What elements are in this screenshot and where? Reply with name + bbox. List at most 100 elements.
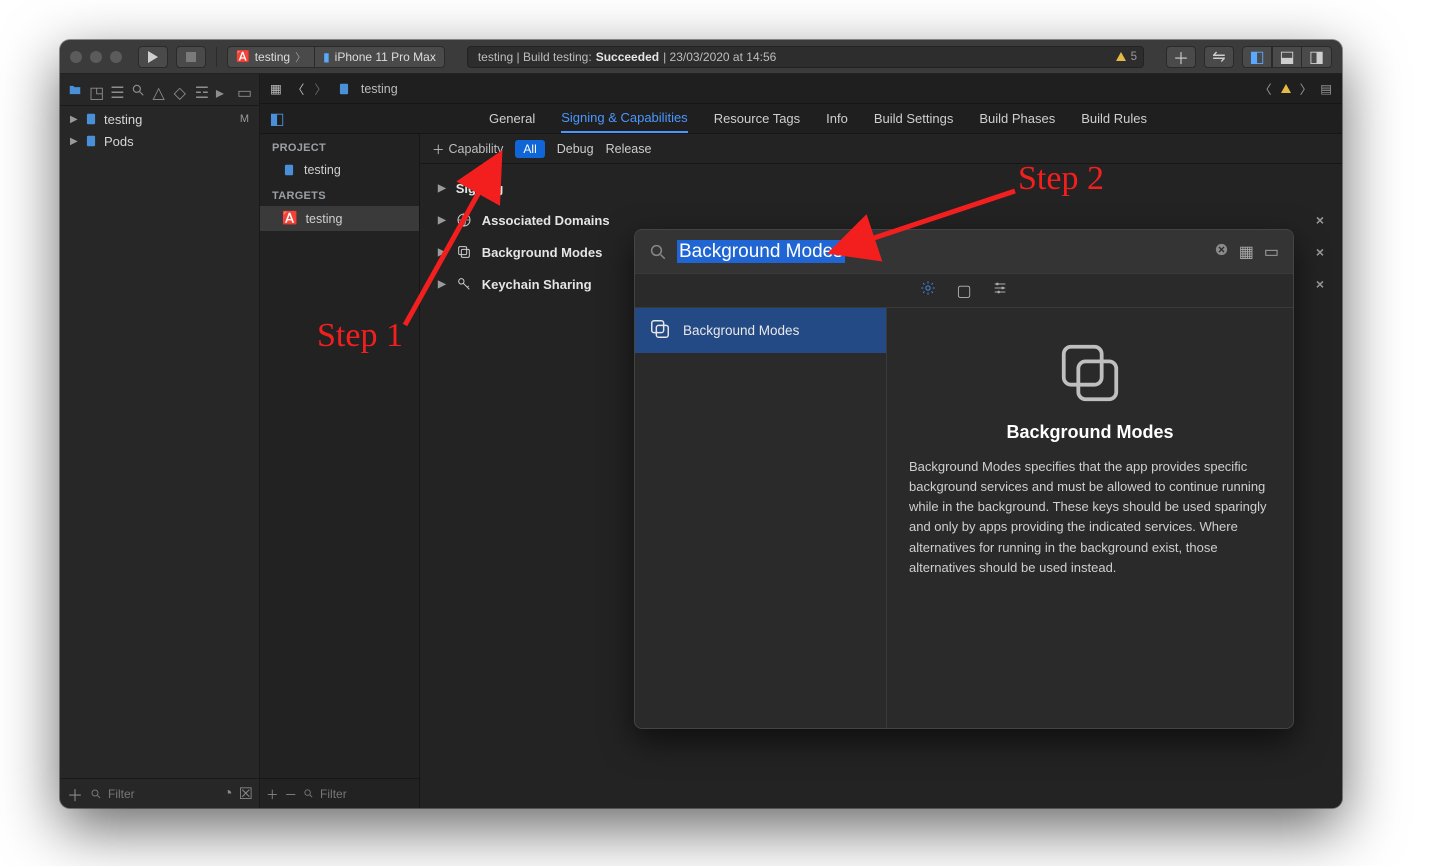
run-button[interactable] [138,46,168,68]
warning-icon [1280,83,1292,95]
symbol-navigator-icon[interactable]: ☰ [110,83,124,97]
filter-input[interactable]: Filter [90,787,217,801]
back-button[interactable]: 〈 [292,79,305,98]
capability-library-popover: Background Modes ▦ ▭ ▢ [634,229,1294,729]
traffic-close[interactable] [70,51,82,63]
navigator-tabs[interactable]: ◳ ☰ △ ◇ ☲ ▸ ▭ [60,74,259,106]
issue-navigator-icon[interactable]: △ [153,83,167,97]
tab-info[interactable]: Info [826,105,848,132]
xcodeproj-icon [84,112,98,126]
remove-target-button[interactable]: － [285,784,298,803]
forward-button[interactable]: 〉 [314,79,327,98]
grid-view-icon[interactable]: ▦ [1239,242,1254,262]
jump-bar[interactable]: ▦ 〈 〉 testing 〈 〉 ▤ [260,74,1342,104]
tab-build-rules[interactable]: Build Rules [1081,105,1147,132]
app-icon: 🅰️ [236,50,250,63]
project-header: PROJECT [260,134,419,158]
tab-general[interactable]: General [489,105,535,132]
list-view-icon[interactable]: ▭ [1264,242,1279,262]
device-icon: ▮ [323,50,330,64]
traffic-min[interactable] [90,51,102,63]
breakpoint-navigator-icon[interactable]: ▸ [216,83,230,97]
xcodeproj-icon [282,163,296,177]
add-target-button[interactable]: ＋ [266,784,279,803]
outline-filter-input[interactable]: Filter [303,787,413,801]
titlebar: 🅰️ testing 〉 ▮ iPhone 11 Pro Max testing… [60,40,1342,74]
code-review-button[interactable]: ⇋ [1204,46,1234,68]
project-tree-item-testing[interactable]: ▶ testing M [60,108,259,130]
remove-capability-button[interactable]: × [1316,276,1324,292]
project-tree-item-pods[interactable]: ▶ Pods [60,130,259,152]
report-navigator-icon[interactable]: ▭ [237,83,251,97]
toggle-right-panel[interactable]: ◨ [1302,46,1332,68]
status-prefix: testing | Build testing: [478,50,592,64]
capabilities-category-icon[interactable] [920,280,936,301]
xcodeproj-icon [84,134,98,148]
traffic-max[interactable] [110,51,122,63]
library-button[interactable]: ＋ [1166,46,1196,68]
background-modes-icon [649,318,671,343]
prev-issue-button[interactable]: 〈 [1259,79,1272,98]
activity-status: testing | Build testing: Succeeded | 23/… [467,46,1144,68]
status-strong: Succeeded [596,50,659,64]
background-modes-icon [909,338,1271,408]
navigator-panel: ◳ ☰ △ ◇ ☲ ▸ ▭ ▶ testing M [60,74,260,808]
capability-detail-body: Background Modes specifies that the app … [909,457,1271,578]
find-navigator-icon[interactable] [131,83,145,97]
assoc-label: Associated Domains [482,213,610,228]
scheme-target-label: testing [255,50,290,64]
toggle-left-panel[interactable]: ◧ [1242,46,1272,68]
scm-filter-icon[interactable]: ☒ [239,784,253,804]
capability-search-input[interactable]: Background Modes [677,241,1204,263]
capability-detail-pane: Background Modes Background Modes specif… [887,308,1293,728]
add-button[interactable]: ＋ [66,785,84,803]
editor-options-icon[interactable]: ▤ [1320,81,1332,96]
capability-result-list: Background Modes [635,308,887,728]
debug-navigator-icon[interactable]: ☲ [195,83,209,97]
popover-search-bar: Background Modes ▦ ▭ [635,230,1293,274]
toggle-outline-button[interactable]: ◧ [260,104,294,134]
signing-section[interactable]: ▶ Signing [438,172,1324,204]
bgmodes-label: Background Modes [482,245,603,260]
stop-button[interactable] [176,46,206,68]
toggle-bottom-panel[interactable]: ⬓ [1272,46,1302,68]
signing-label: Signing [456,181,504,196]
remove-capability-button[interactable]: × [1316,244,1324,260]
globe-icon [456,212,472,228]
jumpbar-crumb[interactable]: testing [361,82,398,96]
clear-search-button[interactable] [1214,242,1229,262]
config-all-button[interactable]: All [515,140,544,158]
tab-build-settings[interactable]: Build Settings [874,105,954,132]
outline-filter-bar: ＋ － Filter [260,778,419,808]
tab-build-phases[interactable]: Build Phases [979,105,1055,132]
scm-badge: M [240,113,249,125]
targets-header: TARGETS [260,182,419,206]
config-debug-button[interactable]: Debug [557,142,594,156]
tab-signing-capabilities[interactable]: Signing & Capabilities [561,104,687,133]
modifiers-category-icon[interactable] [992,280,1008,301]
related-items-icon[interactable]: ▦ [270,81,282,96]
capability-detail-title: Background Modes [909,422,1271,443]
scheme-selector[interactable]: 🅰️ testing 〉 ▮ iPhone 11 Pro Max [227,46,445,68]
capability-list-item[interactable]: Background Modes [635,308,886,353]
config-release-button[interactable]: Release [606,142,652,156]
status-suffix: | 23/03/2020 at 14:56 [663,50,776,64]
capability-item-label: Background Modes [683,323,799,338]
outline-project-item[interactable]: testing [260,158,419,182]
project-navigator-icon[interactable] [68,83,82,97]
remove-capability-button[interactable]: × [1316,212,1324,228]
recent-filter-icon[interactable]: ◔ [223,785,233,803]
targets-outline: PROJECT testing TARGETS 🅰️ testing [260,134,420,808]
tree-label: testing [104,112,142,127]
scheme-device-label: iPhone 11 Pro Max [335,50,436,64]
outline-target-item[interactable]: 🅰️ testing [260,206,419,231]
warning-badge[interactable]: 5 [1115,51,1137,63]
test-navigator-icon[interactable]: ◇ [174,83,188,97]
next-issue-button[interactable]: 〉 [1300,79,1313,98]
objects-category-icon[interactable]: ▢ [956,281,971,301]
search-icon [649,243,667,261]
source-control-icon[interactable]: ◳ [89,83,103,97]
capability-bar: ＋ Capability All Debug Release [420,134,1342,164]
tab-resource-tags[interactable]: Resource Tags [714,105,800,132]
add-capability-button[interactable]: ＋ Capability [432,139,503,158]
